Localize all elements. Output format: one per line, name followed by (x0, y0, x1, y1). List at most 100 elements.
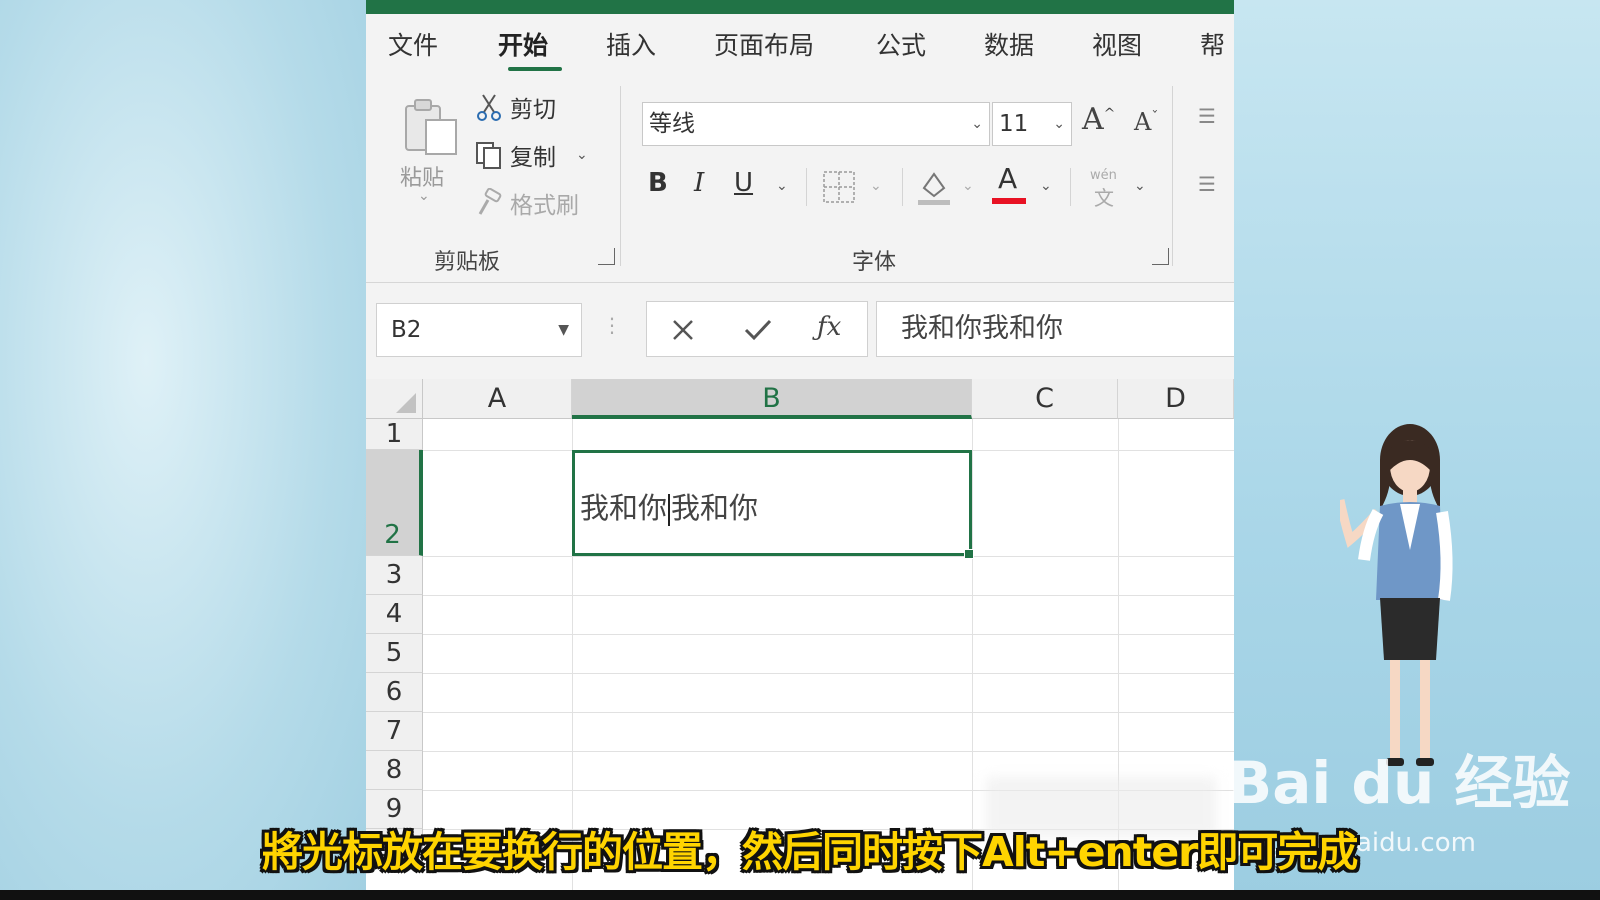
caret-down-icon: ˇ (1151, 109, 1159, 125)
font-color-swatch (992, 198, 1026, 204)
row-header-3[interactable]: 3 (366, 556, 423, 595)
copy-button[interactable]: 复制 ⌄ (474, 138, 588, 172)
font-color-dropdown-icon[interactable]: ⌄ (1040, 178, 1052, 194)
active-tab-indicator (508, 67, 562, 71)
fill-handle[interactable] (964, 549, 974, 559)
paste-icon[interactable] (402, 96, 460, 156)
formula-buttons: ƒx (646, 301, 868, 357)
ribbon-tabs: 文件 开始 插入 页面布局 公式 数据 视图 帮 (366, 14, 1234, 76)
cut-button[interactable]: 剪切 (474, 90, 556, 124)
clipboard-group-label: 剪贴板 (434, 250, 501, 275)
align-top-icon[interactable]: ☰ (1198, 104, 1216, 128)
clipboard-dialog-launcher-icon[interactable] (598, 248, 615, 265)
title-strip (366, 0, 1234, 14)
chevron-down-icon: ⌄ (971, 116, 983, 132)
column-header-a[interactable]: A (423, 379, 572, 419)
font-name-select[interactable]: 等线 ⌄ (642, 102, 990, 146)
row-header-5[interactable]: 5 (366, 634, 423, 673)
borders-icon[interactable] (822, 170, 856, 204)
gridline (423, 556, 1234, 557)
shrink-glyph: A (1134, 108, 1152, 136)
align-left-icon[interactable]: ☰ (1198, 172, 1216, 196)
row-header-7[interactable]: 7 (366, 712, 423, 751)
bottom-bar (0, 890, 1600, 900)
phonetic-guide-button[interactable]: wén 文 (1088, 168, 1124, 210)
select-all-corner[interactable] (366, 379, 423, 419)
gridline (423, 595, 1234, 596)
font-size-select[interactable]: 11 ⌄ (992, 102, 1072, 146)
decrease-font-size-button[interactable]: Aˇ (1134, 108, 1158, 136)
tab-view[interactable]: 视图 (1092, 26, 1142, 62)
format-painter-button[interactable]: 格式刷 (474, 186, 579, 220)
increase-font-size-button[interactable]: A^ (1082, 102, 1115, 137)
row-header-6[interactable]: 6 (366, 673, 423, 712)
excel-window: 文件 开始 插入 页面布局 公式 数据 视图 帮 粘贴 ⌄ 剪切 复制 ⌄ 格式… (366, 0, 1234, 900)
formula-value: 我和你我和你 (901, 313, 1063, 344)
formula-bar-resize-handle[interactable]: ⋮ (602, 313, 622, 337)
phonetic-dropdown-icon[interactable]: ⌄ (1134, 178, 1146, 194)
cut-label: 剪切 (510, 97, 556, 123)
font-dialog-launcher-icon[interactable] (1152, 248, 1169, 265)
bold-button[interactable]: B (648, 168, 668, 198)
cell-text-before-cursor: 我和你 (580, 491, 668, 525)
group-separator (1172, 86, 1173, 266)
underline-dropdown-icon[interactable]: ⌄ (776, 178, 788, 194)
formula-bar-area: B2 ▼ ⋮ ƒx 我和你我和你 (366, 283, 1234, 379)
borders-dropdown-icon[interactable]: ⌄ (870, 178, 882, 194)
font-name-value: 等线 (649, 111, 695, 137)
font-group-label: 字体 (852, 250, 897, 275)
column-header-b[interactable]: B (572, 379, 972, 419)
divider (1070, 168, 1071, 206)
divider (806, 168, 807, 206)
name-box-value: B2 (391, 317, 422, 343)
italic-button[interactable]: I (694, 168, 704, 198)
gridline (423, 673, 1234, 674)
video-subtitle: 將光标放在要换行的位置，然后同时按下Alt+enter即可完成 (262, 828, 1358, 876)
cell-text-after-cursor: 我和你 (671, 491, 759, 525)
gridline (423, 712, 1234, 713)
phonetic-pinyin: wén (1090, 168, 1117, 183)
name-box[interactable]: B2 ▼ (376, 303, 582, 357)
text-cursor (668, 494, 671, 526)
enter-check-icon[interactable] (743, 318, 773, 342)
column-header-c[interactable]: C (972, 379, 1118, 419)
column-header-d[interactable]: D (1118, 379, 1234, 419)
phonetic-glyph: 文 (1094, 186, 1114, 210)
copy-label: 复制 (510, 145, 556, 171)
fill-color-icon[interactable] (916, 166, 952, 206)
group-separator (620, 86, 621, 266)
baidu-jingyan-watermark-logo: Bai du 经验 (1228, 749, 1571, 817)
tab-file[interactable]: 文件 (388, 26, 438, 62)
row-header-8[interactable]: 8 (366, 751, 423, 790)
tab-home[interactable]: 开始 (498, 26, 548, 62)
presenter-avatar (1340, 424, 1453, 766)
cancel-icon[interactable] (671, 318, 695, 342)
insert-function-icon[interactable]: ƒx (817, 312, 841, 342)
tab-formulas[interactable]: 公式 (876, 26, 926, 62)
format-painter-icon (478, 188, 502, 215)
name-box-dropdown-icon[interactable]: ▼ (558, 304, 569, 356)
fill-color-dropdown-icon[interactable]: ⌄ (962, 178, 974, 194)
tab-data[interactable]: 数据 (984, 26, 1034, 62)
tab-insert[interactable]: 插入 (606, 26, 656, 62)
tab-page-layout[interactable]: 页面布局 (714, 26, 814, 62)
row-header-2[interactable]: 2 (366, 450, 423, 556)
background-left (0, 0, 366, 900)
formula-input[interactable]: 我和你我和你 (876, 301, 1234, 357)
paste-dropdown-icon[interactable]: ⌄ (418, 188, 430, 204)
tab-help[interactable]: 帮 (1200, 26, 1225, 62)
gridline (423, 751, 1234, 752)
font-size-value: 11 (999, 111, 1029, 137)
copy-dropdown-icon[interactable]: ⌄ (576, 147, 588, 163)
cell-b2-editing-text[interactable]: 我和你 我和你 (580, 485, 758, 527)
font-color-glyph: A (998, 162, 1018, 195)
gridline (423, 634, 1234, 635)
caret-up-icon: ^ (1103, 106, 1116, 122)
row-header-4[interactable]: 4 (366, 595, 423, 634)
underline-button[interactable]: U (734, 168, 753, 198)
font-color-button[interactable]: A (992, 162, 1028, 206)
scissors-icon (477, 94, 501, 121)
divider (902, 168, 903, 206)
row-header-1[interactable]: 1 (366, 419, 423, 450)
format-painter-label: 格式刷 (510, 193, 579, 219)
